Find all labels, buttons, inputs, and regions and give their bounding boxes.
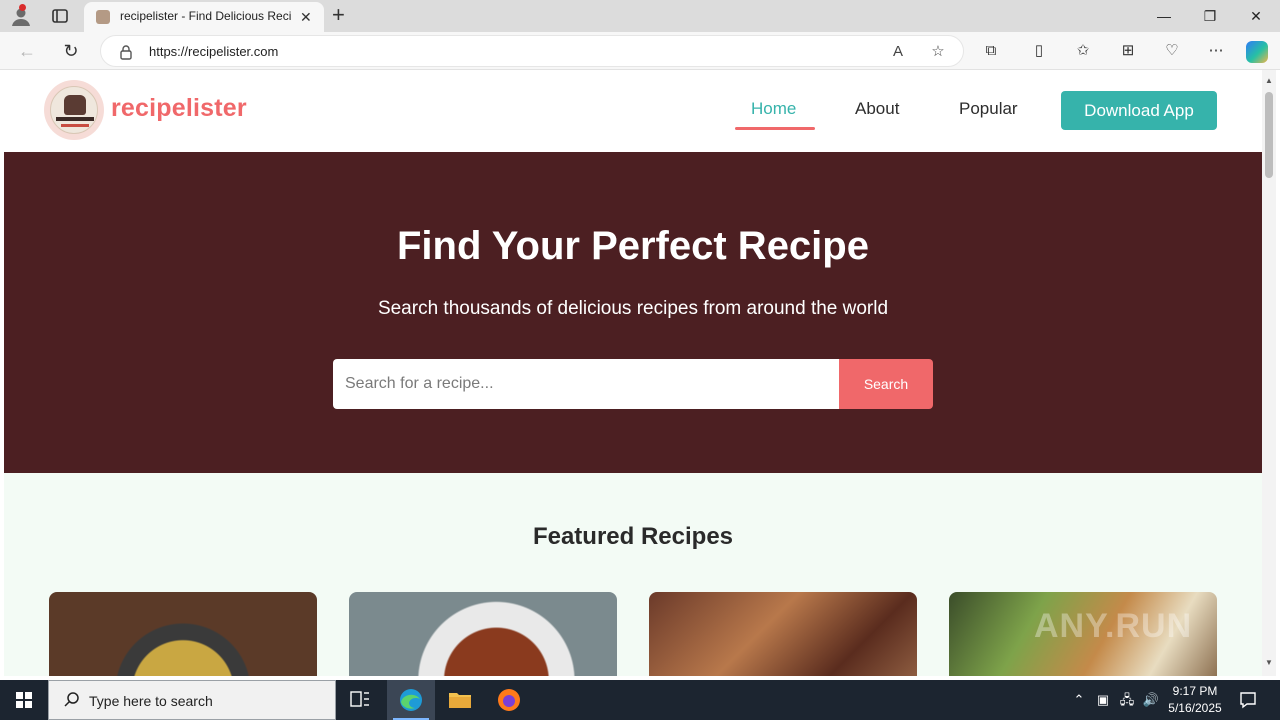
window-close-icon[interactable]: ✕ [1246,6,1266,26]
edge-browser-icon[interactable] [387,680,435,720]
back-icon[interactable]: ← [16,40,38,62]
windows-start-icon[interactable] [0,680,48,720]
copilot-icon[interactable] [1246,41,1268,63]
split-screen-icon[interactable]: ▯ [1029,41,1049,61]
browser-toolbar: ← ↻ https://recipelister.com A ☆ ⧉ ▯ ✩ ⊞… [0,32,1280,70]
watermark-text: ANY.RUN [1034,607,1193,645]
favorites-icon[interactable]: ✩ [1073,41,1093,61]
chevron-up-icon[interactable]: ⌃ [1070,691,1088,709]
taskbar-search-box[interactable]: Type here to search [48,680,336,720]
browser-essentials-icon[interactable]: ♡ [1162,41,1182,61]
file-explorer-icon[interactable] [436,680,484,720]
nav-active-underline [735,127,815,130]
brand-name[interactable]: recipelister [111,94,247,123]
extensions-icon[interactable]: ⧉ [981,41,1001,61]
scroll-down-icon[interactable]: ▼ [1265,658,1273,667]
profile-notification-dot [19,4,26,11]
url-text[interactable]: https://recipelister.com [149,44,278,59]
browser-tab[interactable]: recipelister - Find Delicious Recipes ✕ [84,2,324,32]
collections-icon[interactable]: ⊞ [1118,41,1138,61]
windows-taskbar: Type here to search ⌃ ▣ 🖧 🔊 9:17 PM 5/16… [0,680,1280,720]
page-scrollbar[interactable]: ▲ ▼ [1262,70,1276,676]
task-view-icon[interactable] [336,680,384,720]
scroll-thumb[interactable] [1265,92,1273,178]
new-tab-icon[interactable]: + [332,4,345,26]
taskbar-search-placeholder: Type here to search [89,693,213,709]
nav-popular[interactable]: Popular [959,99,1018,119]
volume-icon[interactable]: 🔊 [1142,691,1160,709]
site-header: recipelister Home About Popular Download… [4,70,1262,152]
restore-icon[interactable]: ❐ [1200,6,1220,26]
hero-title: Find Your Perfect Recipe [397,224,869,268]
notification-icon[interactable] [1238,690,1258,710]
favorite-star-icon[interactable]: ☆ [929,43,947,61]
tab-title: recipelister - Find Delicious Recipes [120,9,292,23]
lock-icon[interactable] [119,44,133,60]
hero-section: Find Your Perfect Recipe Search thousand… [4,152,1262,473]
network-icon[interactable]: 🖧 [1118,691,1136,709]
search-button[interactable]: Search [839,359,933,409]
minimize-icon[interactable]: — [1154,6,1174,26]
site-logo[interactable] [44,80,104,140]
browser-tab-bar: recipelister - Find Delicious Recipes ✕ … [0,0,1280,32]
close-icon[interactable]: ✕ [300,9,312,25]
nav-home[interactable]: Home [751,99,796,119]
firefox-icon[interactable] [485,680,533,720]
web-page: recipelister Home About Popular Download… [4,70,1262,676]
chef-logo-icon [50,86,98,134]
more-icon[interactable]: ⋯ [1206,41,1226,61]
recipe-search-input[interactable] [333,359,839,409]
recipe-card-image[interactable] [49,592,317,676]
address-bar[interactable]: https://recipelister.com A ☆ [100,35,964,67]
read-aloud-icon[interactable]: A [889,43,907,61]
tab-actions-icon[interactable] [50,6,70,26]
search-icon [63,691,81,709]
clock-date[interactable]: 5/16/2025 [1160,701,1230,715]
featured-recipes-heading: Featured Recipes [532,523,734,550]
recipe-card-image[interactable] [349,592,617,676]
recipe-card-image[interactable] [649,592,917,676]
tab-favicon-icon [96,10,110,24]
scroll-up-icon[interactable]: ▲ [1265,76,1273,85]
device-icon[interactable]: ▣ [1094,691,1112,709]
refresh-icon[interactable]: ↻ [60,40,82,62]
hero-subtitle: Search thousands of delicious recipes fr… [377,298,889,319]
download-app-button[interactable]: Download App [1061,91,1217,130]
nav-about[interactable]: About [855,99,899,119]
clock-time[interactable]: 9:17 PM [1160,684,1230,698]
